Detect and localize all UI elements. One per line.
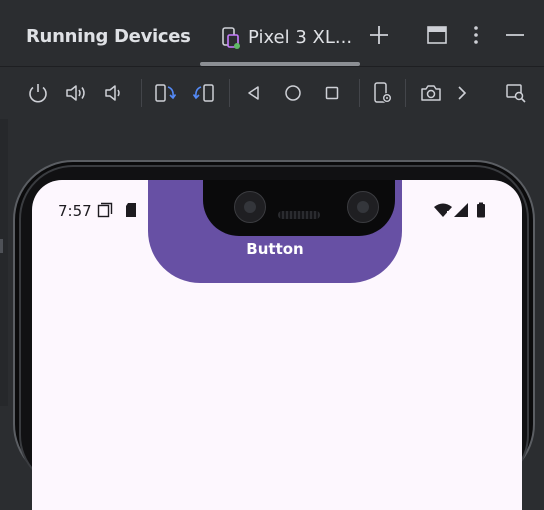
- minimize-icon[interactable]: [502, 22, 528, 48]
- more-vertical-icon[interactable]: [463, 22, 489, 48]
- device-screen[interactable]: 7:57 Button: [32, 180, 522, 510]
- screen-record-icon: [97, 202, 113, 218]
- plus-icon[interactable]: [366, 22, 392, 48]
- signal-icon: [454, 203, 468, 217]
- device-display-area: 7:57 Button: [0, 119, 544, 510]
- button-label: Button: [246, 240, 304, 258]
- toolbar-separator: [359, 79, 360, 107]
- left-panel-edge: [0, 119, 8, 406]
- wifi-icon: [434, 203, 452, 217]
- toolbar-separator: [229, 79, 230, 107]
- power-icon[interactable]: [26, 81, 50, 105]
- battery-icon: [477, 202, 485, 218]
- device-tab[interactable]: Pixel 3 XL...: [200, 20, 365, 66]
- front-camera-right: [347, 191, 379, 223]
- device-tab-label: Pixel 3 XL...: [248, 27, 353, 48]
- earpiece-speaker: [278, 211, 320, 219]
- overview-icon[interactable]: [320, 81, 344, 105]
- rotate-right-icon[interactable]: [192, 81, 216, 105]
- home-icon[interactable]: [281, 81, 305, 105]
- chevron-right-icon[interactable]: [450, 81, 474, 105]
- back-icon[interactable]: [242, 81, 266, 105]
- volume-down-icon[interactable]: [102, 81, 126, 105]
- rotate-left-icon[interactable]: [153, 81, 177, 105]
- toolbar-separator: [141, 79, 142, 107]
- device-toolbar: [0, 66, 544, 120]
- title-bar: Running Devices Pixel 3 XL...: [0, 0, 544, 66]
- search-window-icon[interactable]: [504, 81, 528, 105]
- display-notch: [203, 180, 395, 236]
- toolbar-separator: [405, 79, 406, 107]
- window-title: Running Devices: [26, 26, 191, 47]
- status-time: 7:57: [58, 202, 92, 220]
- front-camera-left: [234, 191, 266, 223]
- device-mirroring-icon: [222, 27, 240, 49]
- window-layout-icon[interactable]: [424, 22, 450, 48]
- volume-up-icon[interactable]: [64, 81, 88, 105]
- sd-card-icon: [126, 203, 136, 217]
- scroll-marker: [0, 239, 3, 253]
- device-settings-icon[interactable]: [371, 81, 395, 105]
- camera-icon[interactable]: [419, 81, 443, 105]
